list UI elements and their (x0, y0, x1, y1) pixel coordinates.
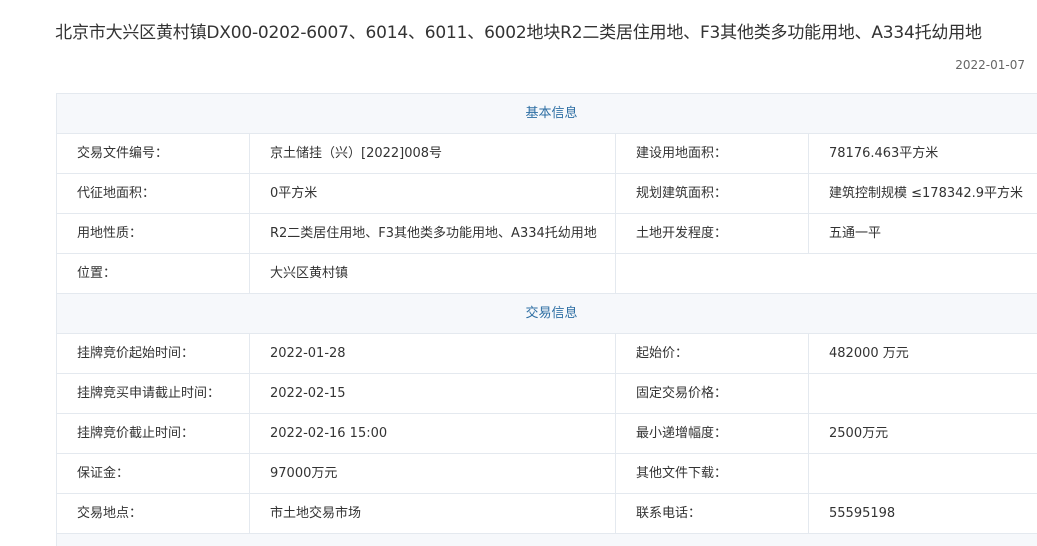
value-min-increment: 2500万元 (807, 413, 1037, 454)
table-row: 用地性质： R2二类居住用地、F3其他类多功能用地、A334托幼用地 土地开发程… (56, 213, 1037, 254)
value-trade-file-no: 京土储挂（兴）[2022]008号 (249, 133, 616, 174)
label-application-deadline: 挂牌竞买申请截止时间： (56, 373, 250, 414)
table-row: 挂牌竞价截止时间： 2022-02-16 15:00 最小递增幅度： 2500万… (56, 413, 1037, 454)
value-listing-end-time: 2022-02-16 15:00 (249, 413, 616, 454)
section-title-trade: 交易信息 (55, 293, 1037, 334)
table-row: 挂牌竞价起始时间： 2022-01-28 起始价： 482000 万元 (56, 333, 1037, 374)
empty-cell (614, 253, 1037, 294)
publish-date: 2022-01-07 (955, 58, 1025, 72)
table-row: 交易地点： 市土地交易市场 联系电话： 55595198 (56, 493, 1037, 534)
value-starting-price: 482000 万元 (807, 333, 1037, 374)
label-trade-venue: 交易地点： (56, 493, 250, 534)
value-fixed-price (807, 373, 1037, 414)
label-trade-file-no: 交易文件编号： (56, 133, 250, 174)
label-expropriated-area: 代征地面积： (56, 173, 250, 214)
value-deposit: 97000万元 (249, 453, 616, 494)
table-row: 挂牌竞买申请截止时间： 2022-02-15 固定交易价格： (56, 373, 1037, 414)
page-title: 北京市大兴区黄村镇DX00-0202-6007、6014、6011、6002地块… (55, 23, 982, 43)
value-application-deadline: 2022-02-15 (249, 373, 616, 414)
label-location: 位置： (56, 253, 250, 294)
label-min-increment: 最小递增幅度： (615, 413, 809, 454)
land-info-table: 基本信息 交易文件编号： 京土储挂（兴）[2022]008号 建设用地面积： 7… (55, 93, 1037, 546)
section-header-basic: 基本信息 (55, 93, 1037, 134)
value-construction-land-area: 78176.463平方米 (807, 133, 1037, 174)
label-planned-floor-area: 规划建筑面积： (615, 173, 809, 214)
value-other-downloads (807, 453, 1037, 494)
label-starting-price: 起始价： (615, 333, 809, 374)
value-development-level: 五通一平 (807, 213, 1037, 254)
value-listing-start-time: 2022-01-28 (249, 333, 616, 374)
label-other-downloads: 其他文件下载： (615, 453, 809, 494)
label-construction-land-area: 建设用地面积： (615, 133, 809, 174)
label-contact-phone: 联系电话： (615, 493, 809, 534)
table-row: 保证金： 97000万元 其他文件下载： (56, 453, 1037, 494)
section-header-trade: 交易信息 (55, 293, 1037, 334)
value-location: 大兴区黄村镇 (249, 253, 616, 294)
label-land-use: 用地性质： (56, 213, 250, 254)
table-row: 代征地面积： 0平方米 规划建筑面积： 建筑控制规模 ≤178342.9平方米 (56, 173, 1037, 214)
value-trade-venue: 市土地交易市场 (249, 493, 616, 534)
value-planned-floor-area: 建筑控制规模 ≤178342.9平方米 (807, 173, 1037, 214)
table-row: 交易文件编号： 京土储挂（兴）[2022]008号 建设用地面积： 78176.… (56, 133, 1037, 174)
table-row: 位置： 大兴区黄村镇 (56, 253, 1037, 294)
section-title-basic: 基本信息 (55, 93, 1037, 134)
label-deposit: 保证金： (56, 453, 250, 494)
label-listing-end-time: 挂牌竞价截止时间： (56, 413, 250, 454)
value-land-use: R2二类居住用地、F3其他类多功能用地、A334托幼用地 (249, 213, 616, 254)
label-listing-start-time: 挂牌竞价起始时间： (56, 333, 250, 374)
value-contact-phone: 55595198 (807, 493, 1037, 534)
footer-cell (55, 533, 1037, 546)
value-expropriated-area: 0平方米 (249, 173, 616, 214)
label-fixed-price: 固定交易价格： (615, 373, 809, 414)
table-footer-strip (55, 533, 1037, 546)
label-development-level: 土地开发程度： (615, 213, 809, 254)
